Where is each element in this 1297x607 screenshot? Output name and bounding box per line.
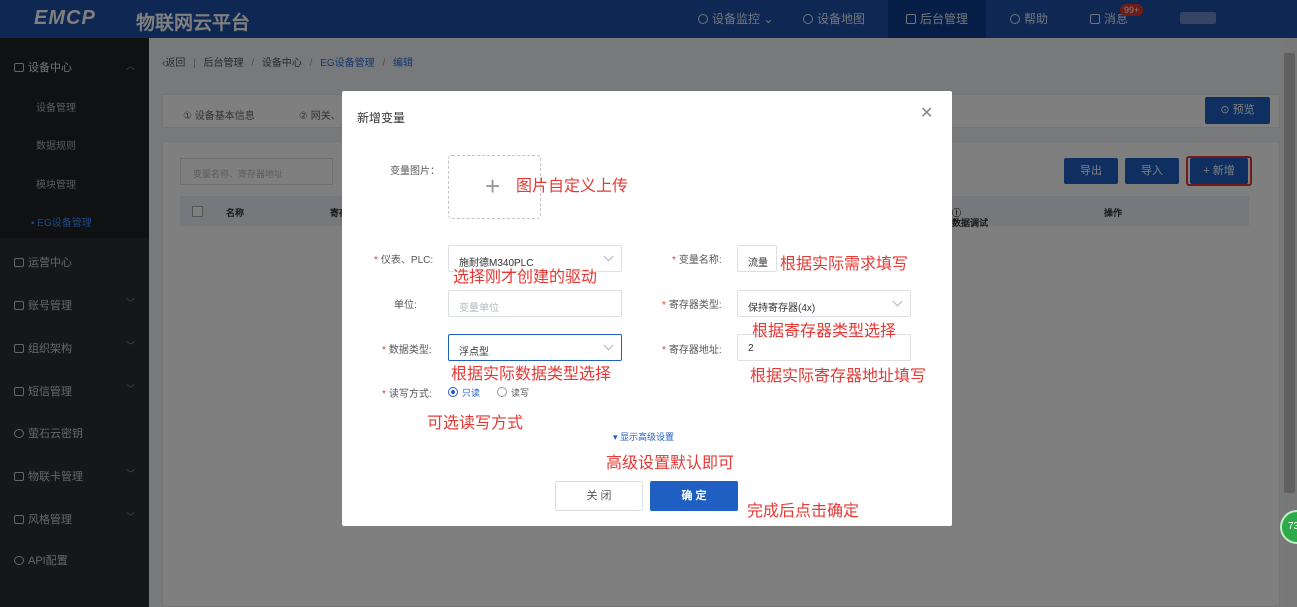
- close-icon[interactable]: ✕: [920, 103, 933, 123]
- annotation-data-type: 根据实际数据类型选择: [451, 364, 612, 383]
- confirm-button[interactable]: 确 定: [650, 481, 738, 511]
- variable-name-input[interactable]: 流量: [737, 245, 777, 272]
- chevron-down-icon: [603, 251, 614, 262]
- dialog-title: 新增变量: [357, 111, 406, 125]
- register-type-select[interactable]: 保持寄存器(4x): [737, 290, 911, 317]
- readwrite-radio[interactable]: [497, 387, 507, 397]
- chevron-down-icon: [892, 296, 903, 307]
- annotation-rw-mode: 可选读写方式: [427, 413, 524, 432]
- readonly-radio[interactable]: [448, 387, 458, 397]
- unit-input[interactable]: 变量单位: [448, 290, 622, 317]
- unit-label: 单位:: [394, 300, 417, 311]
- cancel-button[interactable]: 关 闭: [555, 481, 643, 511]
- annotation-upload: 图片自定义上传: [516, 176, 629, 195]
- annotation-advanced: 高级设置默认即可: [606, 453, 735, 472]
- image-label: 变量图片：: [390, 166, 440, 177]
- readwrite-radio-label[interactable]: 读写: [511, 386, 529, 399]
- plus-icon: +: [485, 171, 501, 201]
- data-type-select[interactable]: 浮点型: [448, 334, 622, 361]
- show-advanced-toggle[interactable]: ▾ 显示高级设置: [613, 430, 674, 443]
- annotation-plc: 选择刚才创建的驱动: [453, 267, 598, 286]
- annotation-register-address: 根据实际寄存器地址填写: [750, 366, 927, 385]
- chevron-down-icon: [603, 340, 614, 351]
- register-address-label: * 寄存器地址:: [662, 345, 722, 356]
- variable-name-label: * 变量名称:: [672, 255, 722, 266]
- register-type-label: * 寄存器类型:: [662, 300, 722, 311]
- readonly-radio-label[interactable]: 只读: [462, 386, 480, 399]
- rw-mode-label: * 读写方式:: [382, 389, 432, 400]
- data-type-label: * 数据类型:: [382, 345, 432, 356]
- annotation-register-type: 根据寄存器类型选择: [752, 321, 897, 340]
- plc-label: * 仪表、PLC:: [374, 255, 434, 266]
- annotation-variable-name: 根据实际需求填写: [780, 254, 909, 273]
- annotation-confirm: 完成后点击确定: [747, 501, 860, 520]
